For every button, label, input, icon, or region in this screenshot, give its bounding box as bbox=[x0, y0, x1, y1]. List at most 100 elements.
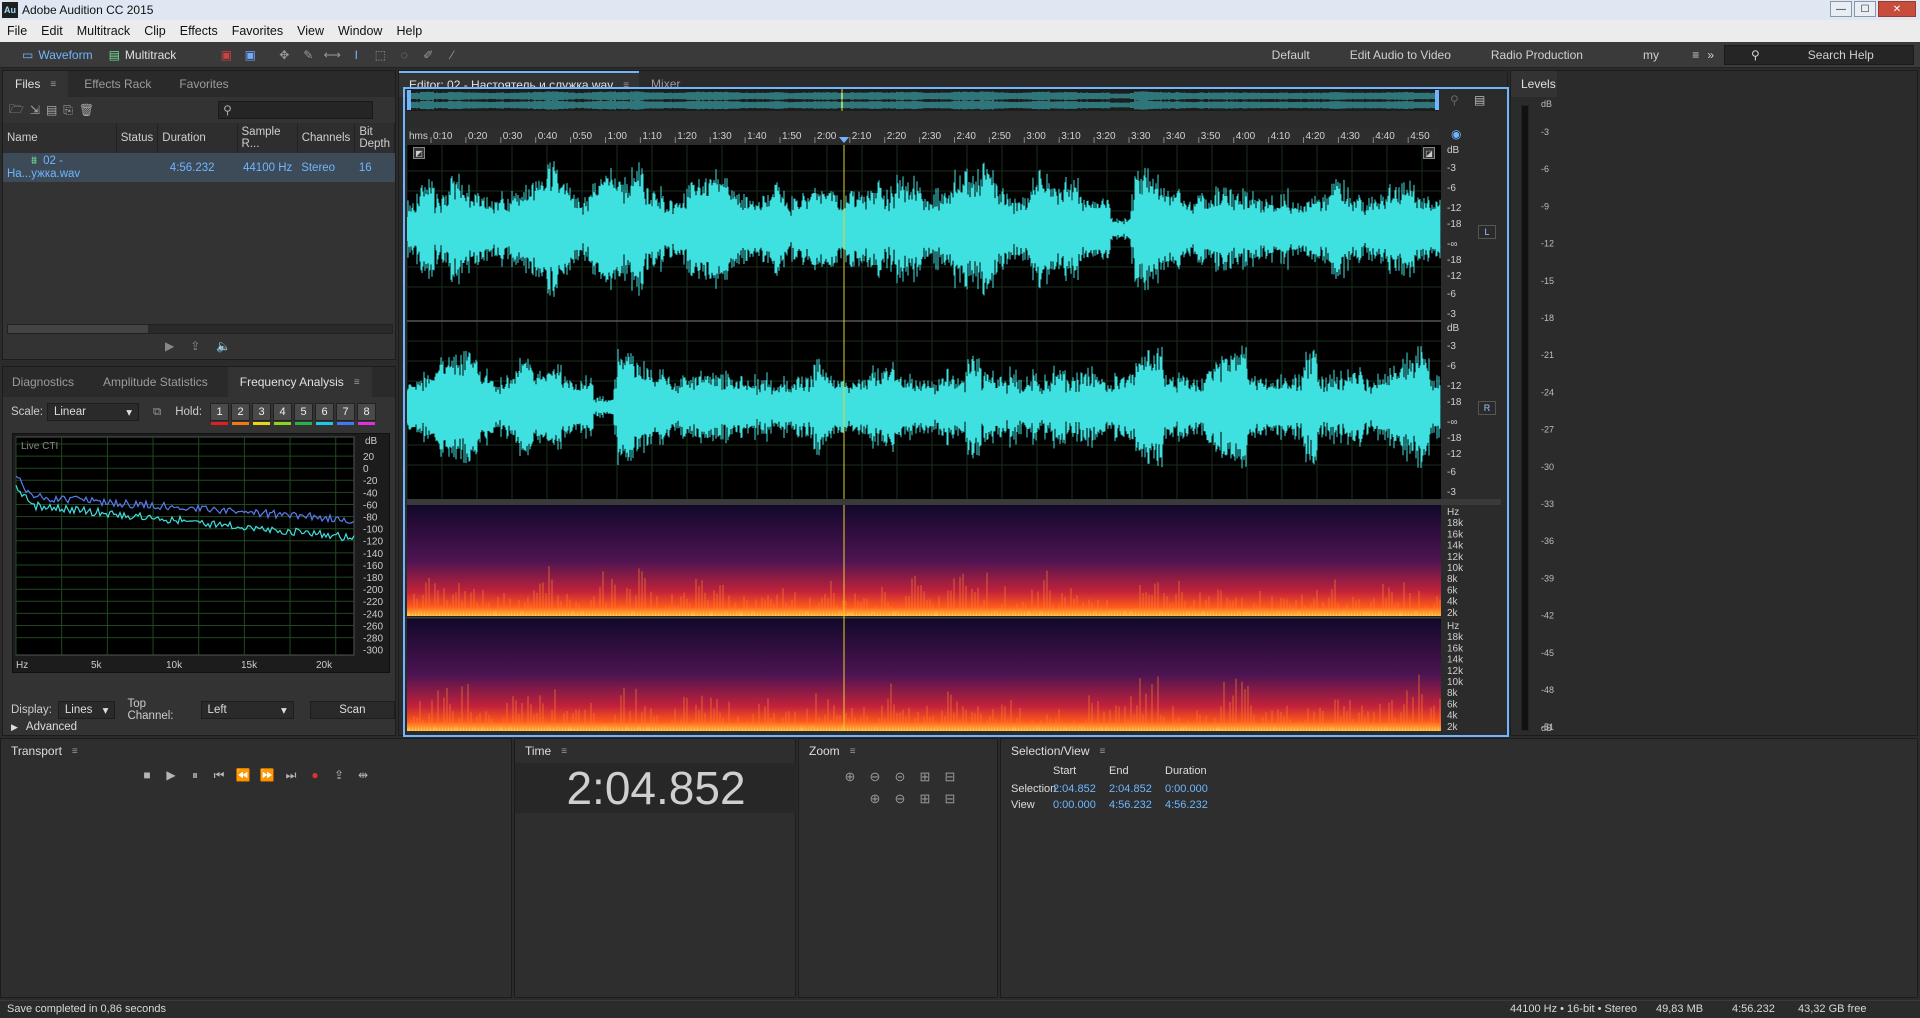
file-row[interactable]: ⩩ 02 - На...ужка.wav 4:56.232 44100 Hz St… bbox=[3, 153, 395, 182]
panel-menu-icon[interactable]: ≡ bbox=[561, 746, 567, 757]
close-button[interactable]: ✕ bbox=[1878, 1, 1916, 17]
menu-effects[interactable]: Effects bbox=[173, 24, 225, 38]
channel-right-toggle[interactable]: R bbox=[1478, 401, 1496, 415]
zoom-in-at-end-icon[interactable]: ⊞ bbox=[914, 789, 936, 809]
play-icon[interactable]: ▶ bbox=[161, 765, 181, 785]
display-dropdown[interactable]: Lines ▾ bbox=[57, 701, 116, 719]
preview-autoplay-icon[interactable]: 🔈 bbox=[216, 339, 231, 353]
search-help-field[interactable]: ⚲ Search Help bbox=[1724, 45, 1914, 65]
tab-amplitude-statistics[interactable]: Amplitude Statistics bbox=[83, 367, 228, 397]
overview-bar[interactable] bbox=[407, 89, 1439, 111]
minimize-button[interactable]: — bbox=[1830, 1, 1852, 17]
selection-start[interactable]: 2:04.852 bbox=[1053, 783, 1109, 795]
waveform-display[interactable]: ◩ ◪ bbox=[406, 145, 1441, 499]
spectral-display[interactable] bbox=[407, 505, 1441, 731]
menu-clip[interactable]: Clip bbox=[137, 24, 173, 38]
move-tool-icon[interactable]: ✥ bbox=[274, 46, 294, 64]
zoom-out-amplitude-icon[interactable]: ⊖ bbox=[864, 767, 886, 787]
scrollbar-thumb[interactable] bbox=[8, 325, 148, 333]
workspace-edit-audio-to-video[interactable]: Edit Audio to Video bbox=[1330, 48, 1471, 62]
fade-in-handle-icon[interactable]: ◩ bbox=[413, 147, 425, 159]
files-scrollbar[interactable] bbox=[7, 324, 393, 334]
insert-into-multitrack-icon[interactable]: ⎘ bbox=[63, 103, 73, 118]
selection-end[interactable]: 2:04.852 bbox=[1109, 783, 1165, 795]
zoom-to-selection-icon[interactable]: ⊕ bbox=[864, 789, 886, 809]
tab-files[interactable]: Files ≡ bbox=[3, 71, 69, 97]
scale-dropdown[interactable]: Linear ▾ bbox=[46, 403, 139, 421]
zoom-in-time-icon[interactable]: ⊞ bbox=[914, 767, 936, 787]
stop-icon[interactable]: ■ bbox=[137, 765, 157, 785]
panel-menu-icon[interactable]: ≡ bbox=[850, 746, 856, 757]
spectral-pitch-icon[interactable]: ▣ bbox=[240, 46, 260, 64]
top-channel-dropdown[interactable]: Left ▾ bbox=[200, 701, 294, 719]
editor-options-icon[interactable]: ▤ bbox=[1474, 93, 1485, 107]
view-start[interactable]: 0:00.000 bbox=[1053, 799, 1109, 811]
waveform-mode-button[interactable]: ▭ Waveform bbox=[14, 44, 101, 66]
zoom-in-at-start-icon[interactable]: ⊖ bbox=[889, 789, 911, 809]
hold-button-1[interactable]: 1 bbox=[210, 403, 230, 425]
razor-tool-icon[interactable]: ✎ bbox=[298, 46, 318, 64]
selection-duration[interactable]: 0:00.000 bbox=[1165, 783, 1221, 795]
tab-frequency-analysis[interactable]: Frequency Analysis ≡ bbox=[227, 367, 372, 397]
panel-menu-icon[interactable]: ≡ bbox=[72, 746, 78, 757]
lasso-tool-icon[interactable]: ◌ bbox=[394, 46, 414, 64]
zoom-out-full-icon[interactable]: ⊝ bbox=[889, 767, 911, 787]
rewind-icon[interactable]: ⏪ bbox=[233, 765, 253, 785]
loop-playback-icon[interactable]: ⇪ bbox=[329, 765, 349, 785]
copy-graph-icon[interactable]: ⧉ bbox=[143, 406, 171, 419]
panel-menu-icon[interactable]: ≡ bbox=[50, 79, 56, 90]
view-duration[interactable]: 4:56.232 bbox=[1165, 799, 1221, 811]
menu-file[interactable]: File bbox=[0, 24, 34, 38]
fade-out-handle-icon[interactable]: ◪ bbox=[1423, 147, 1435, 159]
channel-left-toggle[interactable]: L bbox=[1478, 225, 1496, 239]
time-display[interactable]: 2:04.852 bbox=[515, 762, 797, 814]
zoom-in-amplitude-icon[interactable]: ⊕ bbox=[839, 767, 861, 787]
go-to-start-icon[interactable]: ⏮ bbox=[209, 765, 229, 785]
multitrack-mode-button[interactable]: ▤ Multitrack bbox=[101, 44, 185, 66]
hold-button-3[interactable]: 3 bbox=[252, 403, 272, 425]
zoom-out-time-icon[interactable]: ⊟ bbox=[939, 767, 961, 787]
panel-menu-icon[interactable]: ≡ bbox=[354, 377, 360, 388]
hold-button-6[interactable]: 6 bbox=[315, 403, 335, 425]
delete-icon[interactable]: 🗑 bbox=[79, 103, 94, 117]
advanced-toggle[interactable]: ▶ Advanced bbox=[11, 721, 77, 733]
maximize-button[interactable]: ☐ bbox=[1854, 1, 1876, 17]
marquee-tool-icon[interactable]: ⬚ bbox=[370, 46, 390, 64]
open-file-icon[interactable]: 🗁 bbox=[9, 100, 24, 121]
zoom-reset-icon[interactable]: ⊟ bbox=[939, 789, 961, 809]
new-file-icon[interactable]: ▤ bbox=[46, 103, 57, 117]
brush-tool-icon[interactable]: ✐ bbox=[418, 46, 438, 64]
spot-healing-icon[interactable]: ⁄ bbox=[442, 46, 462, 64]
hold-button-4[interactable]: 4 bbox=[273, 403, 293, 425]
preview-play-icon[interactable]: ▶ bbox=[165, 339, 174, 353]
hold-button-8[interactable]: 8 bbox=[357, 403, 377, 425]
time-format-icon[interactable]: ◉ bbox=[1451, 127, 1461, 141]
slip-tool-icon[interactable]: ⟷ bbox=[322, 46, 342, 64]
pause-icon[interactable]: ⏸ bbox=[185, 765, 205, 785]
col-duration[interactable]: Duration bbox=[157, 123, 238, 153]
tab-diagnostics[interactable]: Diagnostics bbox=[3, 367, 83, 397]
workspace-radio-production[interactable]: Radio Production bbox=[1471, 48, 1603, 62]
time-selection-tool-icon[interactable]: I bbox=[346, 46, 366, 64]
files-search-input[interactable]: ⚲ bbox=[218, 101, 374, 119]
tab-favorites[interactable]: Favorites bbox=[167, 71, 240, 97]
preview-loop-icon[interactable]: ⇪ bbox=[190, 339, 200, 353]
hold-button-7[interactable]: 7 bbox=[336, 403, 356, 425]
col-name[interactable]: Name bbox=[3, 123, 117, 153]
zoom-to-selection-icon[interactable]: ⚲ bbox=[1450, 93, 1459, 107]
panel-menu-icon[interactable]: ≡ bbox=[1100, 746, 1106, 757]
menu-window[interactable]: Window bbox=[331, 24, 389, 38]
col-bit-depth[interactable]: Bit Depth bbox=[354, 123, 395, 153]
go-to-end-icon[interactable]: ⏭ bbox=[281, 765, 301, 785]
spectral-frequency-icon[interactable]: ▣ bbox=[216, 46, 236, 64]
view-end[interactable]: 4:56.232 bbox=[1109, 799, 1165, 811]
menu-multitrack[interactable]: Multitrack bbox=[70, 24, 137, 38]
workspace-default[interactable]: Default bbox=[1252, 48, 1330, 62]
menu-help[interactable]: Help bbox=[389, 24, 429, 38]
record-icon[interactable]: ● bbox=[305, 765, 325, 785]
time-ruler[interactable]: hms 0:10 0:20 0:30 0:40 0:50 1:00 1:10 1:20 1:30 1… bbox=[407, 127, 1439, 143]
workspace-my[interactable]: my ≡ bbox=[1603, 48, 1703, 62]
skip-selection-icon[interactable]: ⇹ bbox=[353, 765, 373, 785]
hold-button-5[interactable]: 5 bbox=[294, 403, 314, 425]
scan-button[interactable]: Scan bbox=[309, 701, 395, 719]
